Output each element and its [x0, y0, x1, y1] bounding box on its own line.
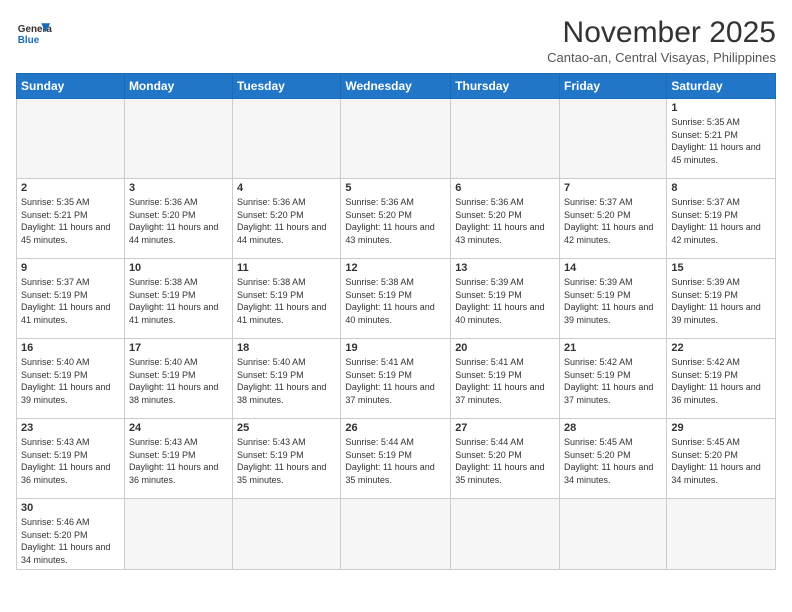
header-friday: Friday [560, 74, 667, 99]
empty-cell [233, 499, 341, 570]
empty-cell [124, 499, 232, 570]
month-title: November 2025 [547, 16, 776, 50]
header-sunday: Sunday [17, 74, 125, 99]
empty-cell [451, 99, 560, 179]
empty-cell [451, 499, 560, 570]
day-cell-3: 3 Sunrise: 5:36 AMSunset: 5:20 PMDayligh… [124, 179, 232, 259]
day-cell-18: 18 Sunrise: 5:40 AMSunset: 5:19 PMDaylig… [233, 339, 341, 419]
page-header: General Blue November 2025 Cantao-an, Ce… [16, 16, 776, 65]
title-area: November 2025 Cantao-an, Central Visayas… [547, 16, 776, 65]
empty-cell [124, 99, 232, 179]
table-row: 2 Sunrise: 5:35 AMSunset: 5:21 PMDayligh… [17, 179, 776, 259]
day-cell-12: 12 Sunrise: 5:38 AMSunset: 5:19 PMDaylig… [341, 259, 451, 339]
empty-cell [233, 99, 341, 179]
svg-text:Blue: Blue [18, 35, 40, 46]
day-cell-16: 16 Sunrise: 5:40 AMSunset: 5:19 PMDaylig… [17, 339, 125, 419]
day-cell-22: 22 Sunrise: 5:42 AMSunset: 5:19 PMDaylig… [667, 339, 776, 419]
day-cell-21: 21 Sunrise: 5:42 AMSunset: 5:19 PMDaylig… [560, 339, 667, 419]
empty-cell [341, 499, 451, 570]
day-cell-4: 4 Sunrise: 5:36 AMSunset: 5:20 PMDayligh… [233, 179, 341, 259]
day-cell-24: 24 Sunrise: 5:43 AMSunset: 5:19 PMDaylig… [124, 419, 232, 499]
empty-cell [560, 99, 667, 179]
day-cell-27: 27 Sunrise: 5:44 AMSunset: 5:20 PMDaylig… [451, 419, 560, 499]
header-wednesday: Wednesday [341, 74, 451, 99]
day-cell-28: 28 Sunrise: 5:45 AMSunset: 5:20 PMDaylig… [560, 419, 667, 499]
day-cell-19: 19 Sunrise: 5:41 AMSunset: 5:19 PMDaylig… [341, 339, 451, 419]
table-row: 23 Sunrise: 5:43 AMSunset: 5:19 PMDaylig… [17, 419, 776, 499]
day-cell-11: 11 Sunrise: 5:38 AMSunset: 5:19 PMDaylig… [233, 259, 341, 339]
header-tuesday: Tuesday [233, 74, 341, 99]
day-cell-8: 8 Sunrise: 5:37 AMSunset: 5:19 PMDayligh… [667, 179, 776, 259]
location-title: Cantao-an, Central Visayas, Philippines [547, 50, 776, 65]
table-row: 30 Sunrise: 5:46 AMSunset: 5:20 PMDaylig… [17, 499, 776, 570]
table-row: 16 Sunrise: 5:40 AMSunset: 5:19 PMDaylig… [17, 339, 776, 419]
empty-cell [17, 99, 125, 179]
empty-cell [667, 499, 776, 570]
day-cell-13: 13 Sunrise: 5:39 AMSunset: 5:19 PMDaylig… [451, 259, 560, 339]
logo-icon: General Blue [16, 16, 52, 52]
header-monday: Monday [124, 74, 232, 99]
day-cell-5: 5 Sunrise: 5:36 AMSunset: 5:20 PMDayligh… [341, 179, 451, 259]
day-cell-2: 2 Sunrise: 5:35 AMSunset: 5:21 PMDayligh… [17, 179, 125, 259]
table-row: 9 Sunrise: 5:37 AMSunset: 5:19 PMDayligh… [17, 259, 776, 339]
day-cell-10: 10 Sunrise: 5:38 AMSunset: 5:19 PMDaylig… [124, 259, 232, 339]
logo: General Blue [16, 16, 52, 52]
weekday-header-row: Sunday Monday Tuesday Wednesday Thursday… [17, 74, 776, 99]
day-cell-20: 20 Sunrise: 5:41 AMSunset: 5:19 PMDaylig… [451, 339, 560, 419]
day-cell-9: 9 Sunrise: 5:37 AMSunset: 5:19 PMDayligh… [17, 259, 125, 339]
day-cell-15: 15 Sunrise: 5:39 AMSunset: 5:19 PMDaylig… [667, 259, 776, 339]
day-cell-29: 29 Sunrise: 5:45 AMSunset: 5:20 PMDaylig… [667, 419, 776, 499]
day-cell-7: 7 Sunrise: 5:37 AMSunset: 5:20 PMDayligh… [560, 179, 667, 259]
day-cell-25: 25 Sunrise: 5:43 AMSunset: 5:19 PMDaylig… [233, 419, 341, 499]
day-cell-23: 23 Sunrise: 5:43 AMSunset: 5:19 PMDaylig… [17, 419, 125, 499]
day-cell-26: 26 Sunrise: 5:44 AMSunset: 5:19 PMDaylig… [341, 419, 451, 499]
day-cell-30: 30 Sunrise: 5:46 AMSunset: 5:20 PMDaylig… [17, 499, 125, 570]
header-saturday: Saturday [667, 74, 776, 99]
calendar-table: Sunday Monday Tuesday Wednesday Thursday… [16, 73, 776, 570]
empty-cell [560, 499, 667, 570]
table-row: 1 Sunrise: 5:35 AM Sunset: 5:21 PM Dayli… [17, 99, 776, 179]
day-cell-14: 14 Sunrise: 5:39 AMSunset: 5:19 PMDaylig… [560, 259, 667, 339]
empty-cell [341, 99, 451, 179]
day-cell-1: 1 Sunrise: 5:35 AM Sunset: 5:21 PM Dayli… [667, 99, 776, 179]
header-thursday: Thursday [451, 74, 560, 99]
day-cell-17: 17 Sunrise: 5:40 AMSunset: 5:19 PMDaylig… [124, 339, 232, 419]
day-cell-6: 6 Sunrise: 5:36 AMSunset: 5:20 PMDayligh… [451, 179, 560, 259]
